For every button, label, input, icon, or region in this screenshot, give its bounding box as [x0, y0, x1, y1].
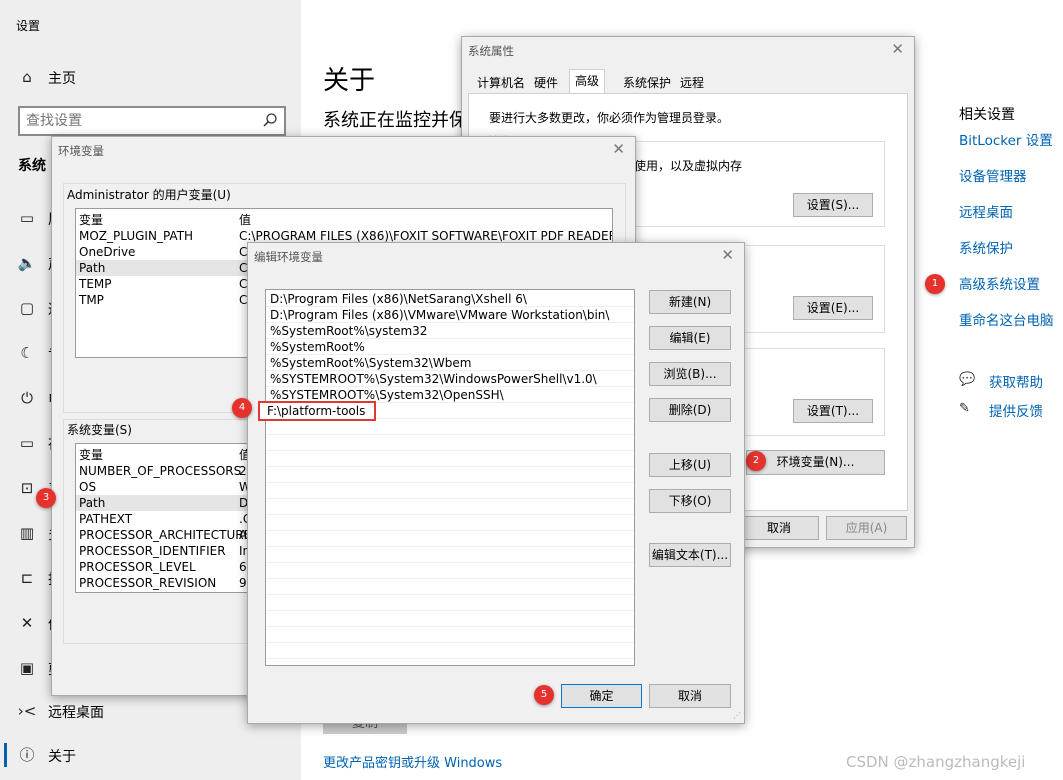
share-icon: ✕ — [20, 614, 34, 632]
list-item[interactable]: %SystemRoot%\system32 — [266, 323, 634, 339]
remote-desktop-link[interactable]: 远程桌面 — [959, 201, 1013, 221]
performance-settings-button[interactable]: 设置(S)... — [793, 193, 873, 217]
search-input[interactable] — [26, 111, 246, 131]
list-item — [266, 563, 634, 579]
dialog-title: 编辑环境变量 — [254, 250, 323, 264]
apply-button[interactable]: 应用(A) — [826, 516, 907, 540]
list-item[interactable]: %SystemRoot% — [266, 339, 634, 355]
admin-note: 要进行大多数更改，你必须作为管理员登录。 — [489, 111, 730, 125]
browse-button[interactable]: 浏览(B)... — [649, 362, 731, 386]
watermark: CSDN @zhangzhangkeji — [846, 753, 1026, 771]
sidebar-item-about[interactable]: ⓘ 关于 — [0, 735, 301, 775]
list-item — [266, 419, 634, 435]
tab-remote[interactable]: 远程 — [675, 72, 709, 93]
step-badge: 3 — [36, 488, 56, 508]
system-protection-link[interactable]: 系统保护 — [959, 237, 1013, 257]
environment-variables-button[interactable]: 环境变量(N)... — [746, 450, 885, 475]
search-box — [18, 106, 286, 136]
power-icon: ⏻ — [21, 389, 33, 407]
step-badge: 2 — [746, 451, 766, 471]
storage-icon: ▭ — [19, 434, 35, 452]
advanced-system-settings-link[interactable]: 高级系统设置 — [959, 273, 1040, 293]
related-settings-title: 相关设置 — [959, 107, 1015, 123]
close-icon[interactable]: ✕ — [612, 140, 625, 158]
edit-button[interactable]: 编辑(E) — [649, 326, 731, 350]
sidebar-section-title: 系统 — [18, 158, 46, 174]
list-item — [266, 627, 634, 643]
edit-text-button[interactable]: 编辑文本(T)... — [649, 543, 731, 567]
new-path-input[interactable]: F:\platform-tools — [258, 401, 376, 421]
cancel-button[interactable]: 取消 — [739, 516, 819, 540]
step-badge: 1 — [925, 274, 945, 294]
list-item — [266, 643, 634, 659]
multitask-icon: ▥ — [19, 524, 35, 542]
speaker-icon: 🔈 — [17, 254, 37, 272]
user-vars-label: Administrator 的用户变量(U) — [67, 188, 231, 202]
list-item — [266, 483, 634, 499]
feedback-icon: ✎ — [959, 401, 970, 416]
path-list[interactable]: D:\Program Files (x86)\NetSarang\Xshell … — [265, 289, 635, 666]
list-item — [266, 611, 634, 627]
notification-icon: ▢ — [19, 299, 35, 317]
list-item[interactable]: D:\Program Files (x86)\VMware\VMware Wor… — [266, 307, 634, 323]
window-title: 设置 — [16, 19, 41, 33]
tab-hardware[interactable]: 硬件 — [529, 72, 563, 93]
sidebar-item-home[interactable]: ⌂ 主页 — [0, 57, 301, 97]
edit-environment-variable-dialog: 编辑环境变量 ✕ D:\Program Files (x86)\NetSaran… — [247, 242, 745, 724]
device-manager-link[interactable]: 设备管理器 — [959, 165, 1027, 185]
dialog-title: 系统属性 — [468, 44, 514, 58]
sidebar-item-label: 远程桌面 — [48, 705, 104, 721]
active-indicator — [4, 743, 7, 767]
list-item — [266, 435, 634, 451]
move-up-button[interactable]: 上移(U) — [649, 453, 731, 477]
projector-icon: ⊏ — [20, 569, 34, 587]
close-icon[interactable]: ✕ — [891, 40, 904, 58]
new-button[interactable]: 新建(N) — [649, 290, 731, 314]
help-chat-icon: 💬 — [959, 372, 976, 387]
moon-icon: ☾ — [20, 344, 34, 362]
monitor-icon: ▭ — [19, 209, 35, 227]
tablet-icon: ⊡ — [20, 479, 34, 497]
search-icon[interactable] — [262, 112, 278, 128]
remote-desktop-icon: ›< — [17, 702, 37, 720]
step-badge: 5 — [534, 685, 554, 705]
list-item[interactable]: D:\Program Files (x86)\NetSarang\Xshell … — [266, 291, 634, 307]
list-item[interactable]: %SystemRoot%\System32\Wbem — [266, 355, 634, 371]
clipboard-icon: ▣ — [19, 659, 35, 677]
tab-advanced[interactable]: 高级 — [569, 69, 606, 94]
cancel-button[interactable]: 取消 — [649, 684, 731, 708]
info-icon: ⓘ — [19, 746, 35, 764]
list-item — [266, 467, 634, 483]
home-icon: ⌂ — [22, 68, 32, 86]
resize-grip-icon[interactable]: ⋰ — [733, 711, 741, 720]
profiles-settings-button[interactable]: 设置(E)... — [793, 296, 873, 320]
move-down-button[interactable]: 下移(O) — [649, 489, 731, 513]
sidebar-item-label: 主页 — [48, 71, 76, 87]
rename-pc-link[interactable]: 重命名这台电脑 — [959, 309, 1054, 329]
tab-computer-name[interactable]: 计算机名 — [472, 72, 530, 93]
delete-button[interactable]: 删除(D) — [649, 398, 731, 422]
list-item — [266, 515, 634, 531]
bitlocker-link[interactable]: BitLocker 设置 — [959, 129, 1053, 149]
list-item[interactable]: %SYSTEMROOT%\System32\WindowsPowerShell\… — [266, 371, 634, 387]
page-title: 关于 — [323, 66, 376, 96]
list-item — [266, 547, 634, 563]
list-item — [266, 531, 634, 547]
step-badge: 4 — [232, 398, 252, 418]
dialog-title: 环境变量 — [58, 144, 104, 158]
list-item — [266, 595, 634, 611]
close-icon[interactable]: ✕ — [721, 246, 734, 264]
page-subtitle: 系统正在监控并保 — [323, 110, 467, 131]
tab-system-protection[interactable]: 系统保护 — [618, 72, 676, 93]
list-item — [266, 579, 634, 595]
list-item — [266, 451, 634, 467]
upgrade-windows-link[interactable]: 更改产品密钥或升级 Windows — [323, 752, 502, 771]
performance-desc: 存使用，以及虚拟内存 — [622, 159, 743, 173]
list-header: 变量值 — [79, 213, 252, 227]
startup-settings-button[interactable]: 设置(T)... — [793, 399, 873, 423]
sidebar-item-label: 关于 — [48, 749, 76, 765]
list-item — [266, 499, 634, 515]
system-vars-label: 系统变量(S) — [67, 423, 132, 437]
ok-button[interactable]: 确定 — [561, 684, 642, 708]
